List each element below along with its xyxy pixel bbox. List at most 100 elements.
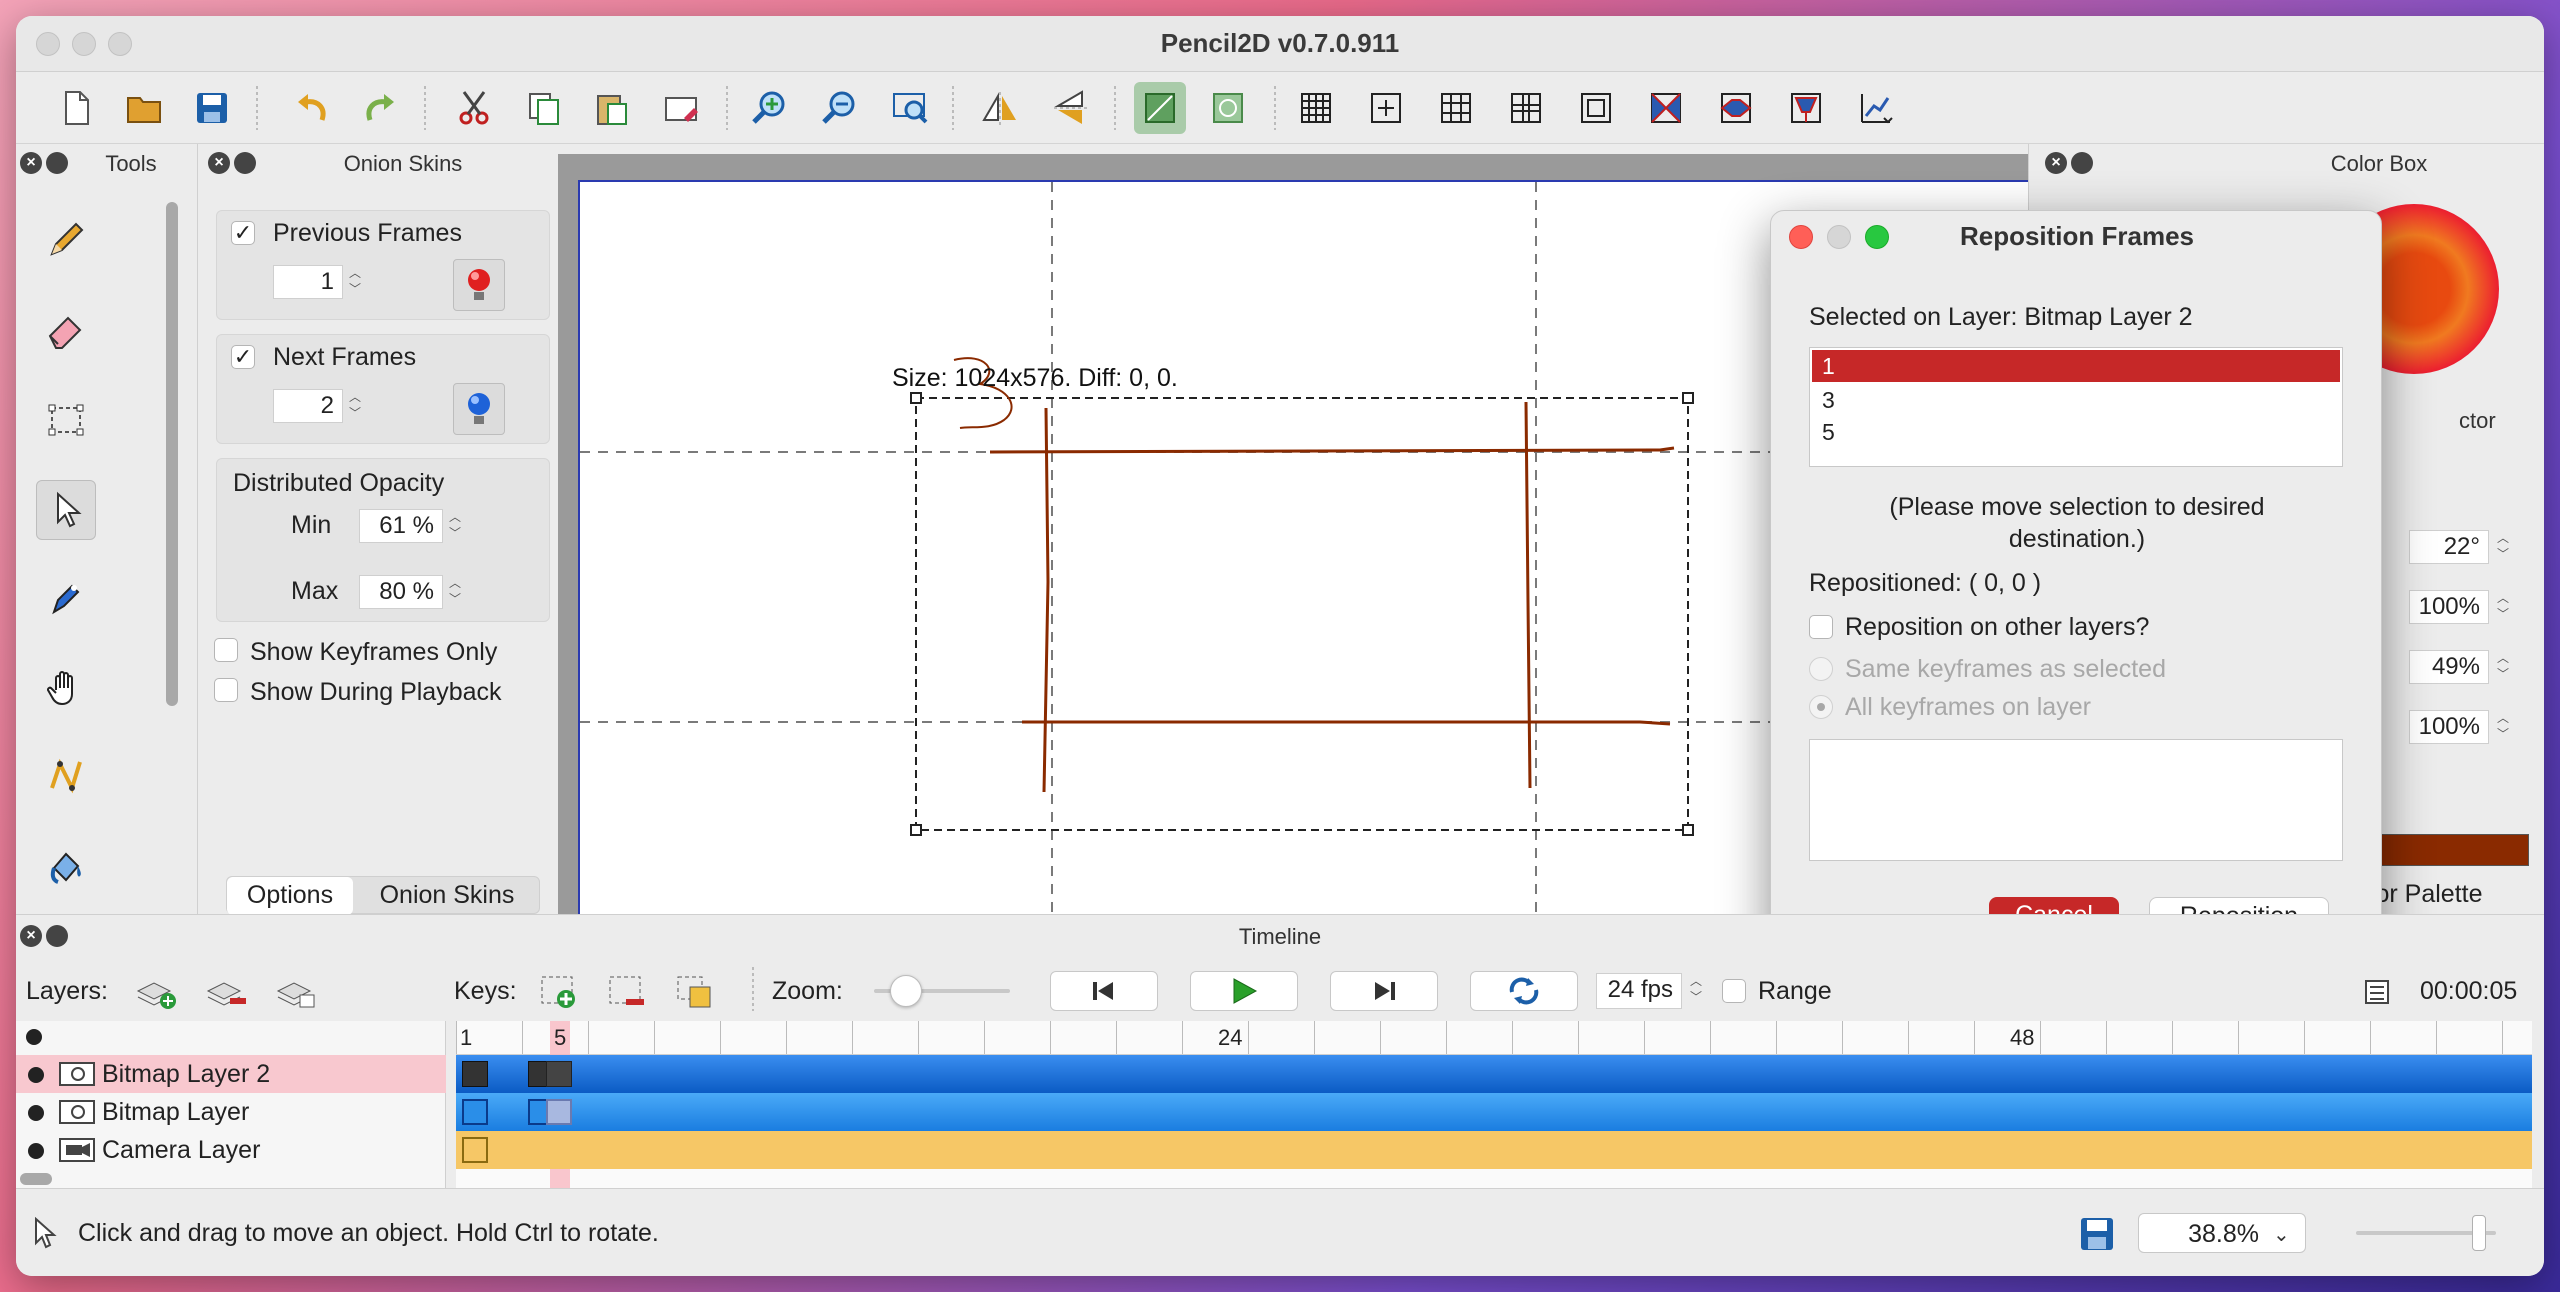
- timeline-zoom-slider-handle[interactable]: [890, 975, 922, 1007]
- jump-to-start-button[interactable]: [1050, 971, 1158, 1011]
- max-opacity-stepper[interactable]: ︿ ﹀: [447, 575, 463, 609]
- layer-row[interactable]: Bitmap Layer: [16, 1093, 446, 1131]
- undock-panel-icon[interactable]: [234, 152, 256, 174]
- onion-skin-next-icon[interactable]: [1202, 82, 1254, 134]
- min-opacity-spinbox[interactable]: 61 %: [359, 509, 443, 543]
- polyline-tool-icon[interactable]: [36, 746, 96, 806]
- hue-stepper[interactable]: ︿ ﹀: [2495, 530, 2511, 564]
- layer-visibility-icon[interactable]: [28, 1067, 44, 1083]
- frame-list-item[interactable]: 1: [1812, 350, 2340, 382]
- clear-frame-icon[interactable]: [656, 82, 708, 134]
- toggle-all-visibility-icon[interactable]: [26, 1029, 42, 1045]
- fit-view-icon[interactable]: [884, 82, 936, 134]
- close-panel-icon[interactable]: ×: [208, 152, 230, 174]
- remove-layer-icon[interactable]: [204, 971, 248, 1011]
- thirds-overlay-icon[interactable]: [1430, 82, 1482, 134]
- show-keyframes-only-checkbox[interactable]: [214, 638, 238, 662]
- value-spinbox[interactable]: 49%: [2409, 650, 2489, 684]
- select-tool-icon[interactable]: [36, 390, 96, 450]
- frame-tracks[interactable]: 1 5 24 48: [456, 1021, 2532, 1189]
- previous-frames-checkbox[interactable]: ✓: [231, 221, 255, 245]
- perspective-3-icon[interactable]: [1780, 82, 1832, 134]
- alpha-stepper[interactable]: ︿ ﹀: [2495, 710, 2511, 744]
- keyframe[interactable]: [462, 1099, 488, 1125]
- zoom-out-icon[interactable]: [814, 82, 866, 134]
- paste-icon[interactable]: [586, 82, 638, 134]
- hand-tool-icon[interactable]: [36, 658, 96, 718]
- saturation-stepper[interactable]: ︿ ﹀: [2495, 590, 2511, 624]
- close-panel-icon[interactable]: ×: [20, 152, 42, 174]
- keyframe[interactable]: [546, 1061, 572, 1087]
- frame-ruler[interactable]: [456, 1021, 2532, 1055]
- new-file-icon[interactable]: [50, 82, 102, 134]
- bucket-tool-icon[interactable]: [36, 836, 96, 896]
- track-camera-layer[interactable]: [456, 1131, 2532, 1169]
- duplicate-layer-icon[interactable]: [274, 971, 318, 1011]
- zoom-combobox[interactable]: 38.8% ⌄: [2138, 1213, 2306, 1253]
- tab-onion-skins[interactable]: Onion Skins: [355, 877, 539, 915]
- flip-vertical-icon[interactable]: [1044, 82, 1096, 134]
- max-opacity-spinbox[interactable]: 80 %: [359, 575, 443, 609]
- fps-stepper[interactable]: ︿ ﹀: [1688, 973, 1704, 1007]
- saturation-spinbox[interactable]: 100%: [2409, 590, 2489, 624]
- keyframe[interactable]: [462, 1137, 488, 1163]
- save-status-icon[interactable]: [2078, 1215, 2116, 1253]
- pen-tool-icon[interactable]: [36, 568, 96, 628]
- open-folder-icon[interactable]: [118, 82, 170, 134]
- previous-frames-stepper[interactable]: ︿ ﹀: [347, 265, 363, 299]
- undock-panel-icon[interactable]: [46, 152, 68, 174]
- all-keyframes-radio[interactable]: [1809, 695, 1833, 719]
- timecode-options-icon[interactable]: [2362, 975, 2392, 1007]
- remove-keyframe-icon[interactable]: [606, 973, 646, 1011]
- flip-horizontal-icon[interactable]: [974, 82, 1026, 134]
- tools-scrollbar[interactable]: [166, 202, 178, 706]
- overlay-options-icon[interactable]: [1850, 82, 1902, 134]
- jump-to-end-button[interactable]: [1330, 971, 1438, 1011]
- add-layer-icon[interactable]: [134, 971, 178, 1011]
- previous-frames-spinbox[interactable]: 1: [273, 265, 343, 299]
- duplicate-keyframe-icon[interactable]: [674, 973, 714, 1011]
- copy-icon[interactable]: [518, 82, 570, 134]
- same-keyframes-radio[interactable]: [1809, 657, 1833, 681]
- show-during-playback-checkbox[interactable]: [214, 678, 238, 702]
- next-frames-stepper[interactable]: ︿ ﹀: [347, 389, 363, 423]
- reposition-other-layers-checkbox[interactable]: [1809, 615, 1833, 639]
- next-frames-spinbox[interactable]: 2: [273, 389, 343, 423]
- keyframe[interactable]: [462, 1061, 488, 1087]
- close-panel-icon[interactable]: ×: [2045, 152, 2067, 174]
- perspective-1-icon[interactable]: [1640, 82, 1692, 134]
- alpha-spinbox[interactable]: 100%: [2409, 710, 2489, 744]
- play-button[interactable]: [1190, 971, 1298, 1011]
- frame-list-item[interactable]: 5: [1812, 416, 2340, 448]
- fps-spinbox[interactable]: 24 fps: [1596, 973, 1682, 1009]
- eraser-tool-icon[interactable]: [36, 300, 96, 360]
- undock-panel-icon[interactable]: [2071, 152, 2093, 174]
- add-keyframe-icon[interactable]: [538, 973, 578, 1011]
- hue-spinbox[interactable]: 22°: [2409, 530, 2489, 564]
- loop-button[interactable]: [1470, 971, 1578, 1011]
- frame-list[interactable]: 1 3 5: [1809, 347, 2343, 467]
- zoom-in-icon[interactable]: [744, 82, 796, 134]
- center-overlay-icon[interactable]: [1360, 82, 1412, 134]
- layer-visibility-icon[interactable]: [28, 1143, 44, 1159]
- timeline-h-scrollbar[interactable]: [20, 1173, 52, 1185]
- keyframe[interactable]: [546, 1099, 572, 1125]
- cut-icon[interactable]: [448, 82, 500, 134]
- safe-area-overlay-icon[interactable]: [1570, 82, 1622, 134]
- golden-ratio-overlay-icon[interactable]: [1500, 82, 1552, 134]
- range-checkbox[interactable]: [1722, 979, 1746, 1003]
- next-frames-color-button[interactable]: [453, 383, 505, 435]
- move-tool-icon[interactable]: [36, 480, 96, 540]
- grid-icon[interactable]: [1290, 82, 1342, 134]
- tab-options[interactable]: Options: [227, 877, 353, 915]
- perspective-2-icon[interactable]: [1710, 82, 1762, 134]
- zoom-slider-handle[interactable]: [2472, 1215, 2486, 1251]
- track-bitmap-layer-2[interactable]: [456, 1055, 2532, 1093]
- layer-row[interactable]: Bitmap Layer 2: [16, 1055, 446, 1093]
- min-opacity-stepper[interactable]: ︿ ﹀: [447, 509, 463, 543]
- undo-icon[interactable]: [286, 82, 338, 134]
- layer-row[interactable]: Camera Layer: [16, 1131, 446, 1169]
- redo-icon[interactable]: [354, 82, 406, 134]
- track-bitmap-layer[interactable]: [456, 1093, 2532, 1131]
- next-frames-checkbox[interactable]: ✓: [231, 345, 255, 369]
